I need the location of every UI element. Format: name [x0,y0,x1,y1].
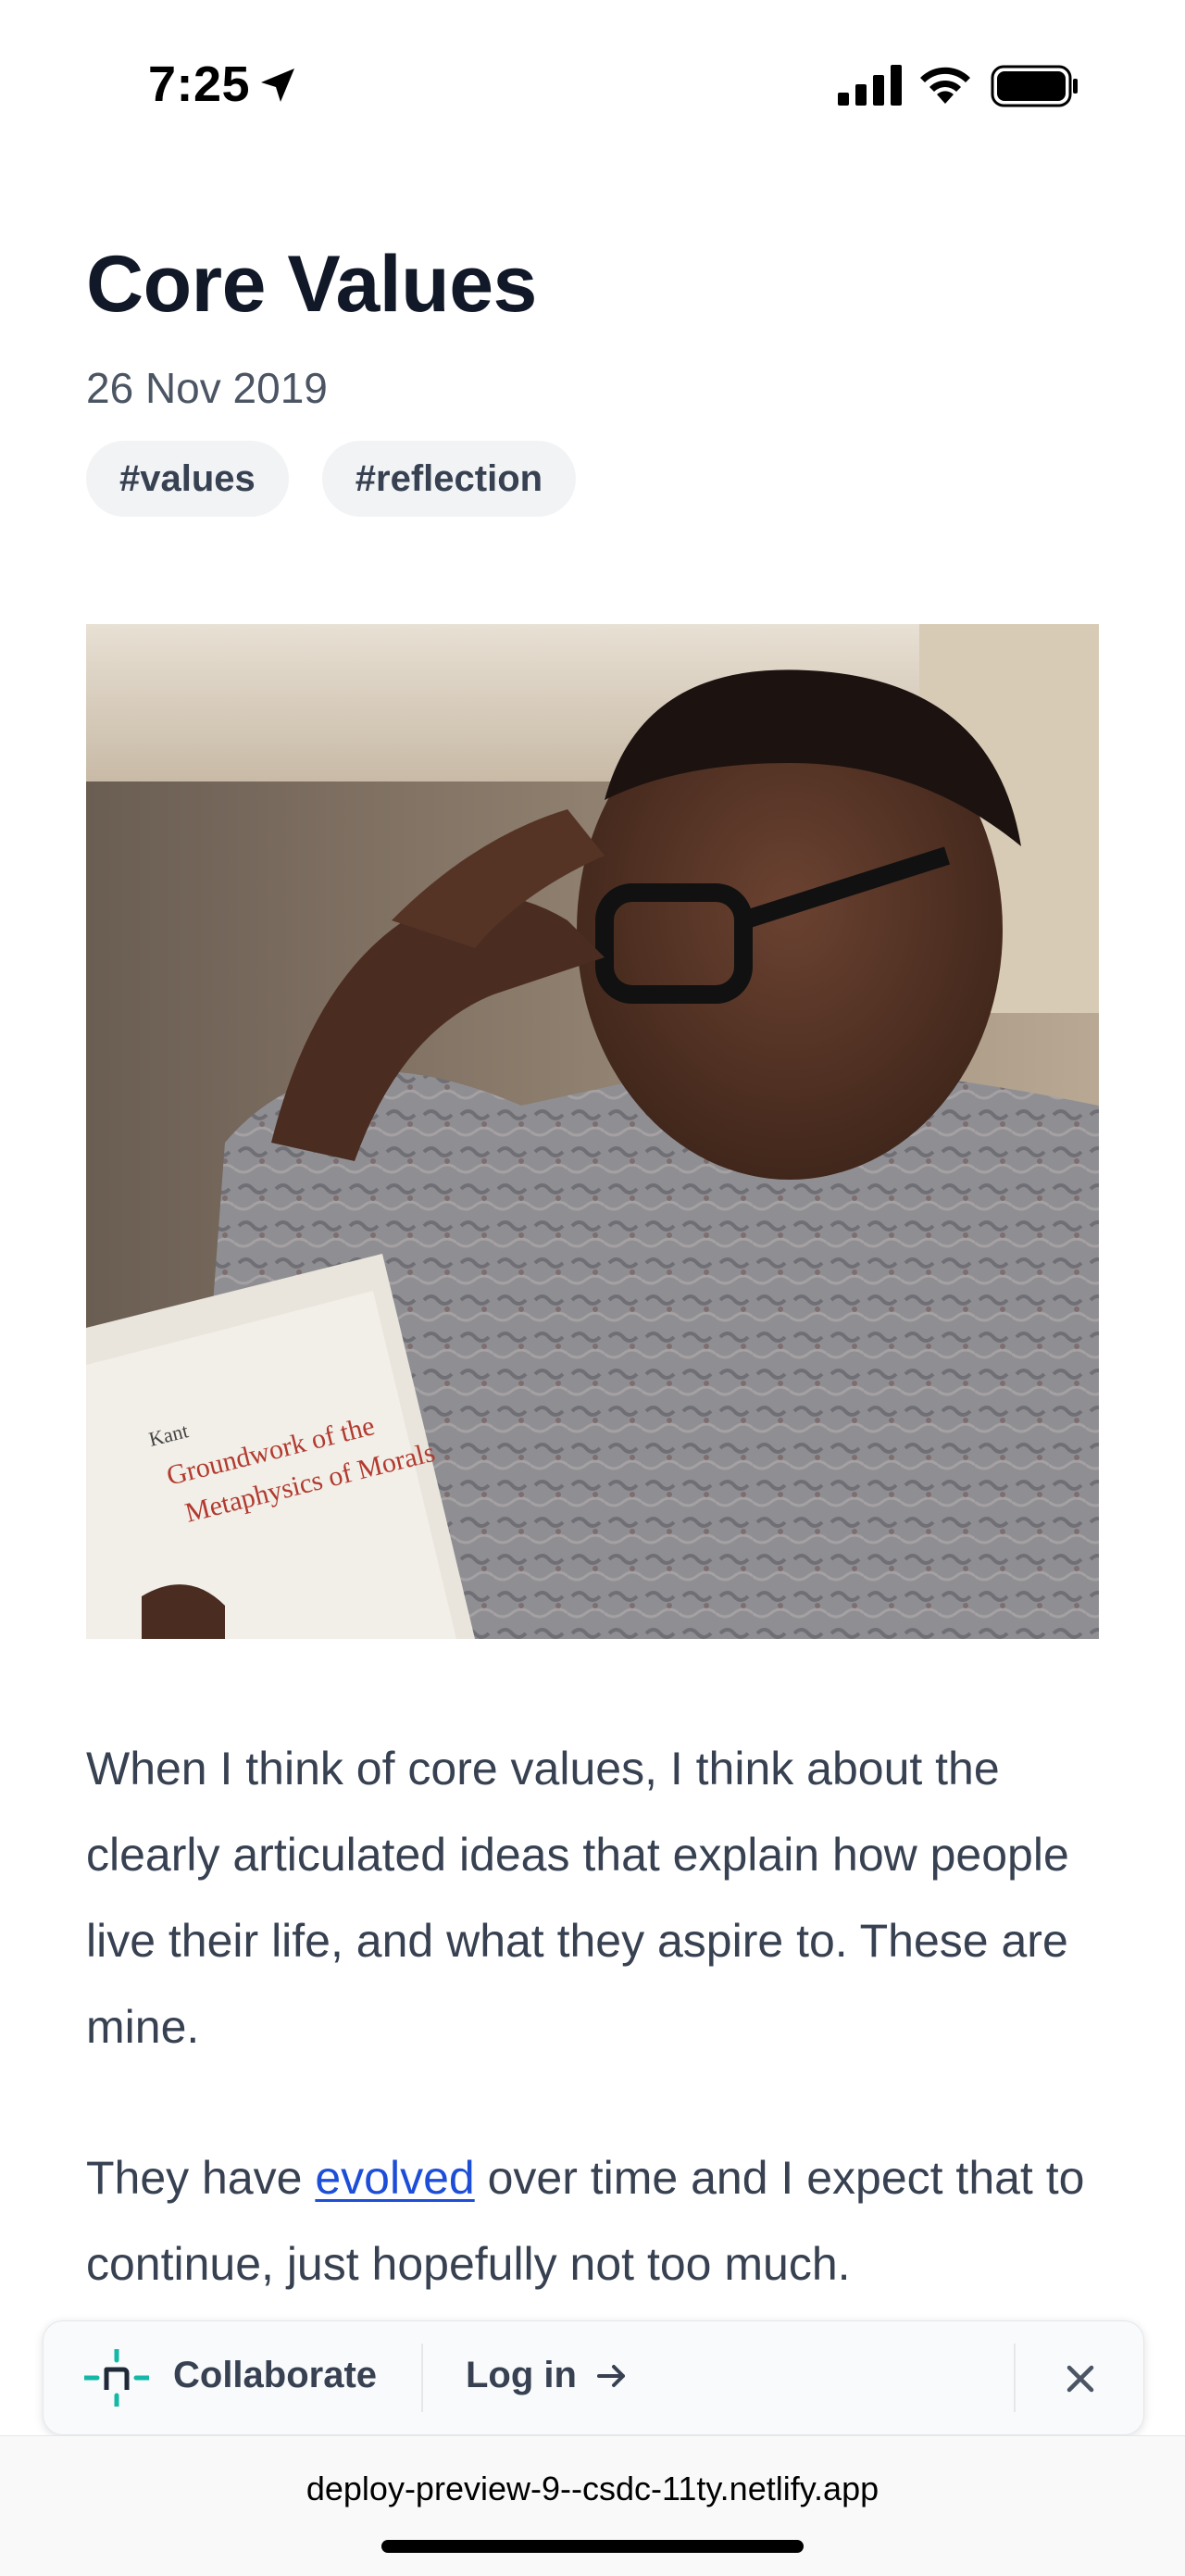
toolbar-divider [1014,2344,1016,2412]
url-text[interactable]: deploy-preview-9--csdc-11ty.netlify.app [0,2470,1185,2508]
evolved-link[interactable]: evolved [315,2152,474,2204]
netlify-logo-icon [84,2349,149,2407]
login-button[interactable]: Log in [466,2355,630,2396]
article-paragraph: When I think of core values, I think abo… [86,1743,1069,2053]
tag-list: #values #reflection [86,441,577,517]
location-arrow-icon [261,69,294,102]
home-indicator[interactable] [381,2540,804,2553]
page-title: Core Values [86,240,537,329]
cellular-signal-icon [838,65,902,106]
wifi-icon [920,67,970,104]
battery-icon [991,65,1078,107]
post-date: 26 Nov 2019 [86,364,328,412]
tag-reflection[interactable]: #reflection [321,441,577,517]
login-label: Log in [466,2355,577,2395]
browser-url-bar[interactable]: deploy-preview-9--csdc-11ty.netlify.app [0,2435,1185,2576]
tag-values[interactable]: #values [86,441,289,517]
collaborate-button[interactable]: Collaborate [173,2355,377,2396]
netlify-collab-toolbar: Collaborate Log in [43,2320,1144,2435]
article-paragraph: They have evolved over time and I expect… [86,2152,1085,2290]
arrow-right-icon [596,2364,625,2387]
close-icon[interactable] [1058,2357,1103,2401]
status-time: 7:25 [148,56,251,112]
status-bar: 7:25 [0,0,1185,167]
toolbar-divider [421,2344,423,2412]
hero-image: Groundwork of the Metaphysics of Morals … [86,624,1099,1639]
